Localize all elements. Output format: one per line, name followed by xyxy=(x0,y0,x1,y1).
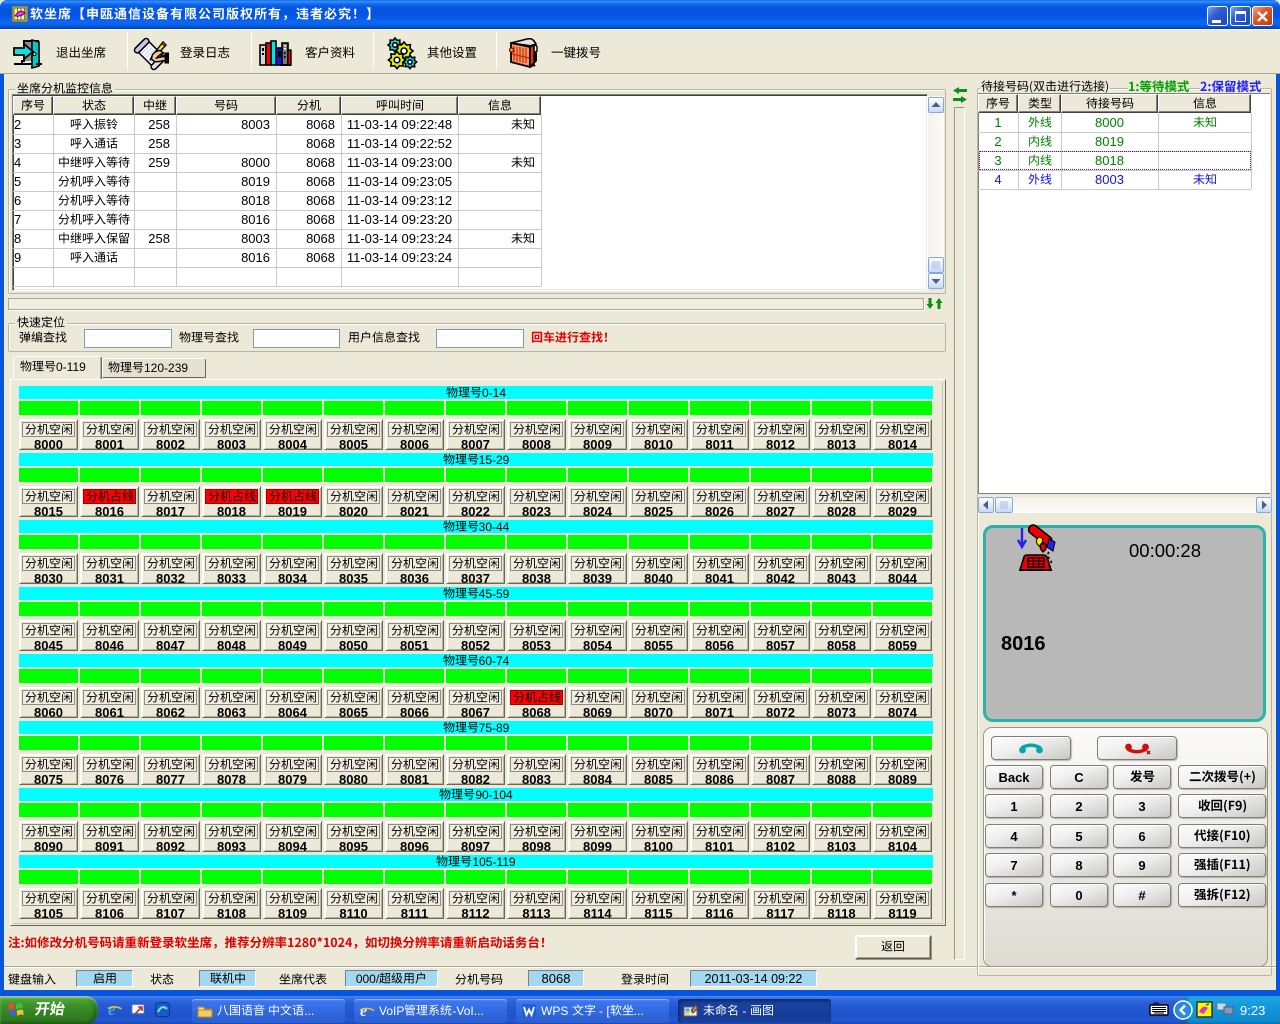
svg-text:e: e xyxy=(108,1000,116,1019)
svg-text:e: e xyxy=(360,1003,367,1020)
